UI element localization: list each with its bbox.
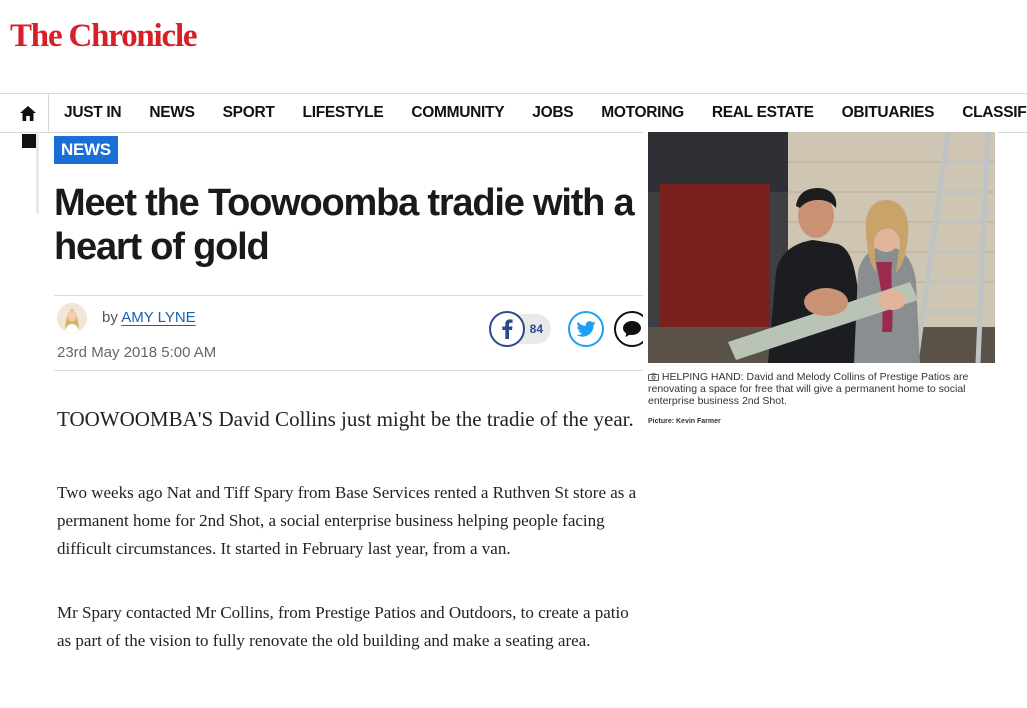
article-paragraph: Two weeks ago Nat and Tiff Spary from Ba… (57, 483, 637, 558)
left-divider (36, 134, 39, 214)
nav-item-sport[interactable]: SPORT (209, 104, 289, 122)
author-avatar[interactable] (57, 303, 87, 333)
facebook-share-button[interactable]: 84 (489, 311, 555, 347)
comment-icon (623, 321, 641, 337)
facebook-icon (502, 319, 513, 339)
nav-item-just-in[interactable]: JUST IN (50, 104, 135, 122)
avatar-image (57, 303, 87, 333)
byline-prefix: by (102, 309, 118, 326)
nav-item-community[interactable]: COMMUNITY (397, 104, 518, 122)
nav-item-lifestyle[interactable]: LIFESTYLE (289, 104, 398, 122)
facebook-icon-wrap (489, 311, 525, 347)
divider (54, 295, 644, 296)
photo-caption: HELPING HAND: David and Melody Collins o… (648, 371, 988, 407)
article-lead: TOOWOOMBA'S David Collins just might be … (57, 407, 634, 431)
camera-icon (648, 373, 659, 381)
category-tag[interactable]: NEWS (54, 136, 118, 164)
article-headline: Meet the Toowoomba tradie with a heart o… (54, 182, 635, 268)
photo-credit: Picture: Kevin Farmer (648, 418, 721, 425)
nav-item-news[interactable]: NEWS (135, 104, 208, 122)
article-paragraph: Mr Spary contacted Mr Collins, from Pres… (57, 603, 629, 650)
article-photo[interactable] (643, 128, 998, 373)
nav-item-motoring[interactable]: MOTORING (587, 104, 698, 122)
twitter-share-button[interactable] (568, 311, 604, 347)
nav-items: JUST IN NEWS SPORT LIFESTYLE COMMUNITY J… (50, 94, 1027, 132)
photo-caption-text: HELPING HAND: David and Melody Collins o… (648, 371, 969, 407)
nav-item-jobs[interactable]: JOBS (518, 104, 587, 122)
nav-item-real-estate[interactable]: REAL ESTATE (698, 104, 828, 122)
main-nav: JUST IN NEWS SPORT LIFESTYLE COMMUNITY J… (0, 93, 1027, 133)
home-button[interactable] (8, 94, 49, 132)
twitter-icon (576, 321, 596, 337)
nav-item-obituaries[interactable]: OBITUARIES (828, 104, 949, 122)
photo-image (648, 132, 995, 363)
section-marker (22, 134, 36, 148)
home-icon (20, 105, 36, 121)
divider (54, 370, 644, 371)
publish-date: 23rd May 2018 5:00 AM (57, 344, 217, 361)
nav-item-classifieds[interactable]: CLASSIFIEDS (948, 104, 1027, 122)
site-logo[interactable]: The Chronicle (10, 18, 198, 55)
author-link[interactable]: AMY LYNE (121, 309, 195, 326)
byline: by AMY LYNE (102, 309, 196, 326)
